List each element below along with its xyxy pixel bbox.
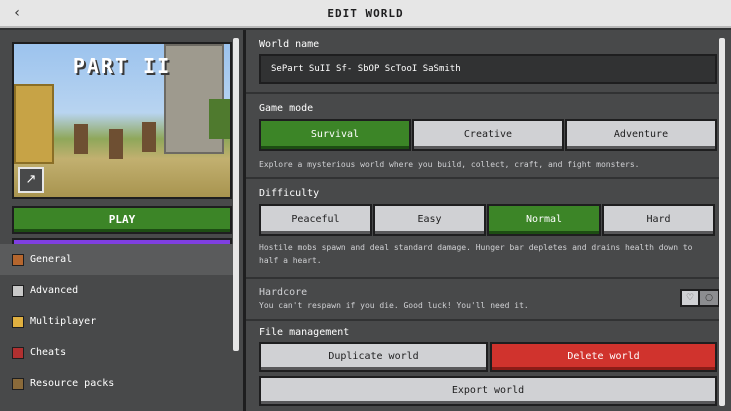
hardcore-label: Hardcore (259, 287, 308, 298)
toggle-knob-icon: ♡ (682, 291, 700, 305)
left-scrollbar[interactable] (233, 38, 239, 351)
world-name-label: World name (259, 39, 320, 50)
chevron-left-icon: ‹ (14, 5, 20, 21)
duplicate-world-button[interactable]: Duplicate world (259, 342, 488, 372)
nav-item-cheats[interactable]: Cheats (0, 337, 233, 368)
thumbnail-title: PART II (72, 54, 172, 78)
play-button[interactable]: PLAY (12, 206, 232, 234)
game-mode-adventure[interactable]: Adventure (565, 119, 717, 151)
nav-item-multiplayer[interactable]: Multiplayer (0, 306, 233, 337)
difficulty-section: Difficulty Peaceful Easy Normal Hard Hos… (246, 179, 724, 279)
thumbnail-villager (142, 122, 156, 152)
page-title: EDIT WORLD (327, 6, 404, 20)
thumbnail-tree (209, 99, 230, 139)
hardcore-section: Hardcore You can't respawn if you die. G… (246, 279, 724, 321)
difficulty-description: Hostile mobs spawn and deal standard dam… (259, 243, 693, 265)
game-mode-selector: Survival Creative Adventure (259, 119, 718, 151)
file-management-label: File management (259, 327, 350, 338)
multiplayer-icon (12, 315, 24, 328)
top-bar: ‹ EDIT WORLD (0, 0, 731, 28)
difficulty-peaceful[interactable]: Peaceful (259, 204, 372, 236)
thumbnail-villager (74, 124, 88, 154)
difficulty-selector: Peaceful Easy Normal Hard (259, 204, 716, 236)
delete-world-button[interactable]: Delete world (490, 342, 717, 372)
hardcore-description: You can't respawn if you die. Good luck!… (259, 301, 529, 310)
thumbnail-villager (109, 129, 123, 159)
nav-item-label: Resource packs (30, 378, 115, 389)
toggle-off-icon: ○ (705, 293, 713, 303)
general-icon (12, 253, 24, 266)
game-mode-label: Game mode (259, 103, 314, 114)
game-mode-section: Game mode Survival Creative Adventure Ex… (246, 94, 724, 179)
left-panel: PART II ↗ PLAY Play on Realms General Ad… (0, 30, 243, 411)
difficulty-easy[interactable]: Easy (373, 204, 486, 236)
cheats-icon (12, 346, 24, 359)
settings-nav: General Advanced Multiplayer Cheats Reso… (0, 244, 233, 399)
nav-item-label: Advanced (30, 285, 79, 296)
nav-item-resource-packs[interactable]: Resource packs (0, 368, 233, 399)
difficulty-hard[interactable]: Hard (602, 204, 715, 236)
nav-item-label: Cheats (30, 347, 67, 358)
difficulty-label: Difficulty (259, 188, 320, 199)
nav-item-label: General (30, 254, 73, 265)
nav-item-advanced[interactable]: Advanced (0, 275, 233, 306)
difficulty-normal-label: Normal (525, 214, 563, 225)
nav-item-general[interactable]: General (0, 244, 233, 275)
world-name-section: World name SePart SuII Sf- SbOP ScTooI S… (246, 30, 724, 94)
edit-image-icon: ↗ (25, 172, 37, 187)
hardcore-toggle[interactable]: ♡ ○ (680, 289, 720, 307)
settings-panel: World name SePart SuII Sf- SbOP ScTooI S… (243, 30, 731, 411)
right-scrollbar[interactable] (719, 38, 725, 406)
game-mode-description: Explore a mysterious world where you bui… (259, 160, 640, 169)
game-mode-creative[interactable]: Creative (412, 119, 564, 151)
back-button[interactable]: ‹ (8, 4, 26, 22)
change-image-button[interactable]: ↗ (18, 167, 44, 193)
resource-packs-icon (12, 377, 24, 390)
world-thumbnail: PART II ↗ (12, 42, 232, 199)
thumbnail-house (14, 84, 54, 164)
advanced-icon (12, 284, 24, 297)
world-name-input[interactable]: SePart SuII Sf- SbOP ScTooI SaSmith (259, 54, 717, 84)
difficulty-normal[interactable]: Normal (487, 204, 601, 236)
nav-item-label: Multiplayer (30, 316, 97, 327)
export-world-button[interactable]: Export world (259, 376, 717, 406)
game-mode-survival[interactable]: Survival (259, 119, 411, 151)
